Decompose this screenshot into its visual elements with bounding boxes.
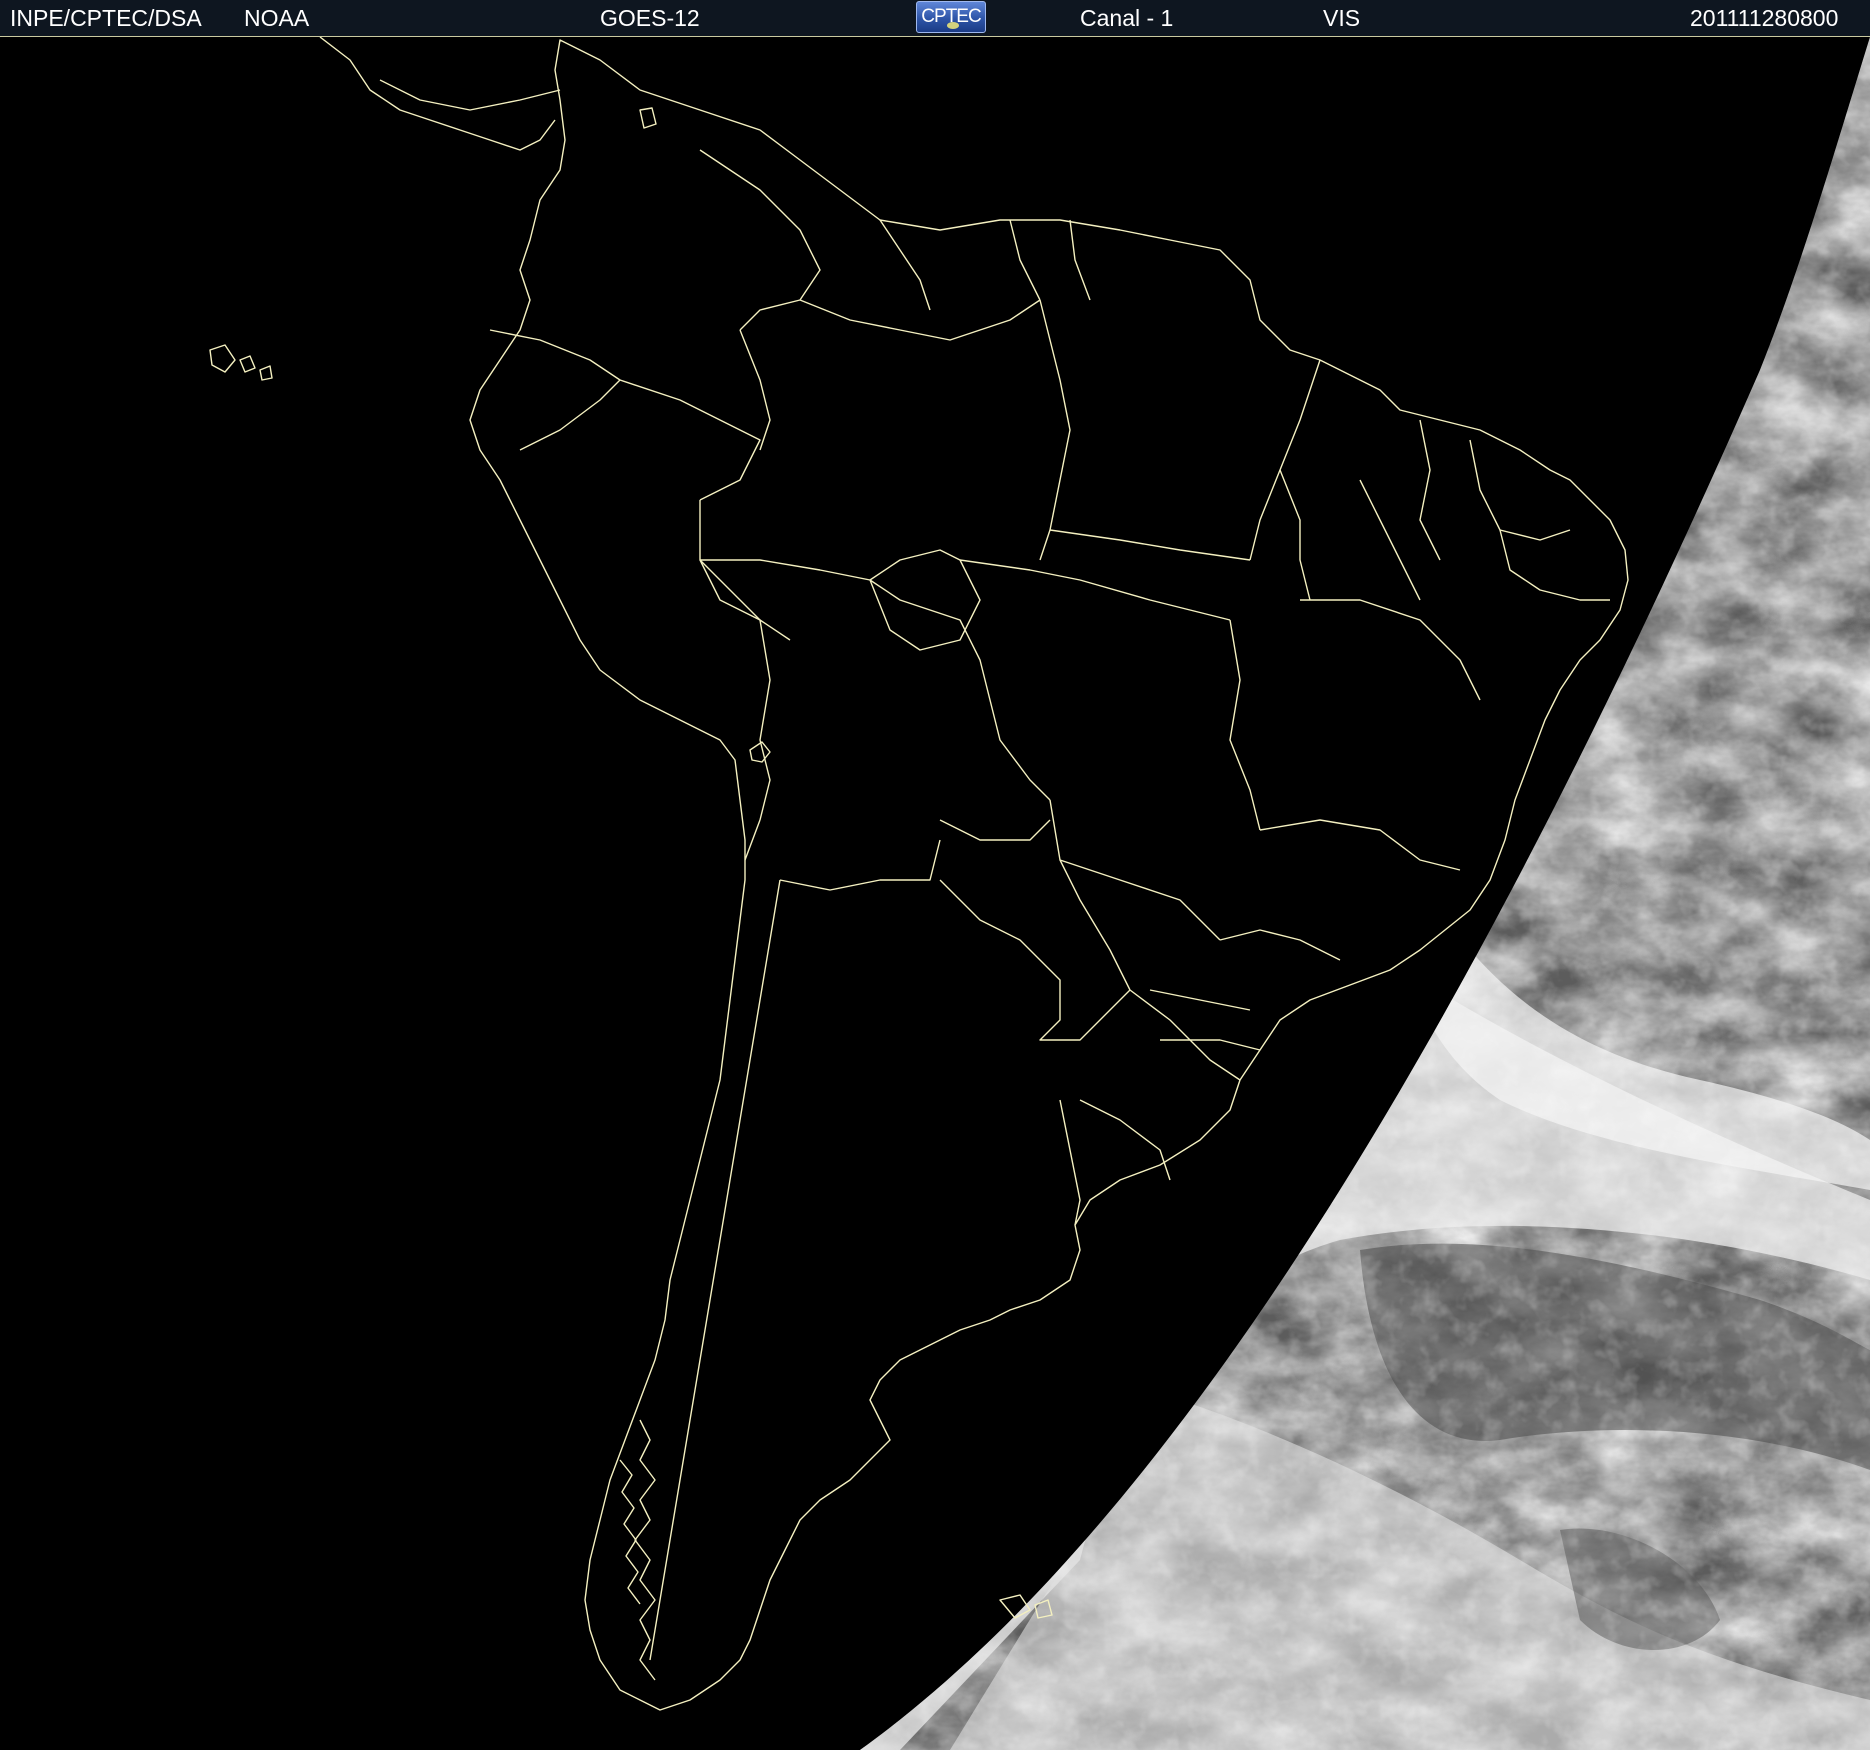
satellite-map <box>0 37 1870 1750</box>
image-header-bar: INPE/CPTEC/DSA NOAA GOES-12 CPTEC Canal … <box>0 0 1870 37</box>
timestamp-label: 201111280800 <box>1690 5 1839 31</box>
logo-swoosh <box>947 22 959 29</box>
satellite-label: GOES-12 <box>600 5 700 31</box>
band-label: VIS <box>1323 5 1361 31</box>
agency-label: INPE/CPTEC/DSA <box>10 5 202 31</box>
channel-label: Canal - 1 <box>1080 5 1174 31</box>
source-label: NOAA <box>244 5 310 31</box>
cptec-logo: CPTEC <box>916 1 986 33</box>
